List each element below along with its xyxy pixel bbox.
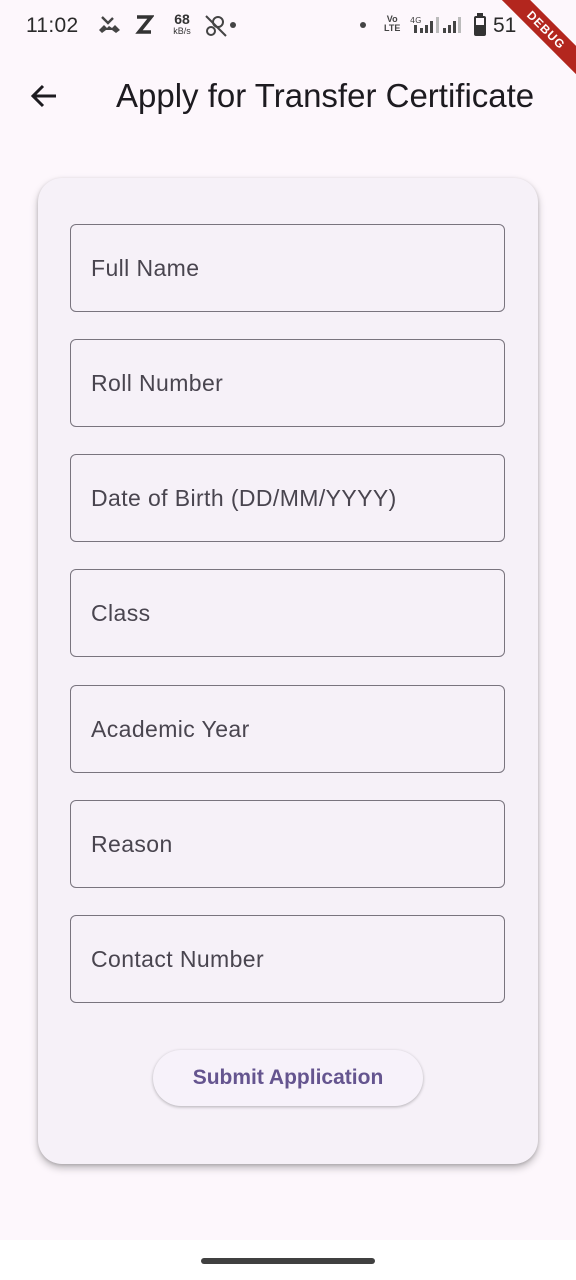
home-indicator[interactable]	[201, 1258, 375, 1264]
reason-field[interactable]	[70, 800, 505, 888]
notification-dot	[230, 22, 236, 28]
status-bar: 11:02 68 kB/s Vo LTE 4G 51 DEBUG	[0, 0, 576, 80]
contact-number-input[interactable]	[71, 916, 504, 1002]
network-speed-unit: kB/s	[173, 26, 191, 36]
z-app-icon	[135, 15, 154, 34]
missed-call-icon	[99, 16, 120, 33]
status-time: 11:02	[26, 14, 79, 37]
svg-text:4G: 4G	[410, 16, 421, 25]
navigation-bar	[0, 1240, 576, 1280]
date-of-birth-input[interactable]	[71, 455, 504, 541]
contact-number-field[interactable]	[70, 915, 505, 1003]
volte-indicator: Vo LTE	[384, 15, 400, 33]
back-button[interactable]	[20, 72, 68, 120]
volte-bottom: LTE	[384, 23, 401, 33]
location-off-icon	[205, 15, 227, 37]
reason-input[interactable]	[71, 801, 504, 887]
date-of-birth-field[interactable]	[70, 454, 505, 542]
submit-application-button[interactable]: Submit Application	[153, 1050, 423, 1106]
academic-year-input[interactable]	[71, 686, 504, 772]
battery-icon	[474, 13, 486, 36]
academic-year-field[interactable]	[70, 685, 505, 773]
indicator-dot	[360, 22, 366, 28]
arrow-back-icon	[30, 84, 56, 108]
roll-number-field[interactable]	[70, 339, 505, 427]
form-card: Submit Application	[38, 178, 538, 1164]
full-name-input[interactable]	[71, 225, 504, 311]
class-input[interactable]	[71, 570, 504, 656]
page-title: Apply for Transfer Certificate	[116, 77, 535, 114]
full-name-field[interactable]	[70, 224, 505, 312]
battery-level: 51	[493, 14, 517, 37]
network-speed-value: 68	[174, 11, 190, 27]
network-speed: 68 kB/s	[171, 12, 193, 36]
app-bar: Apply for Transfer Certificate	[0, 56, 576, 136]
roll-number-input[interactable]	[71, 340, 504, 426]
class-field[interactable]	[70, 569, 505, 657]
signal-bars-icon: 4G	[410, 16, 461, 33]
